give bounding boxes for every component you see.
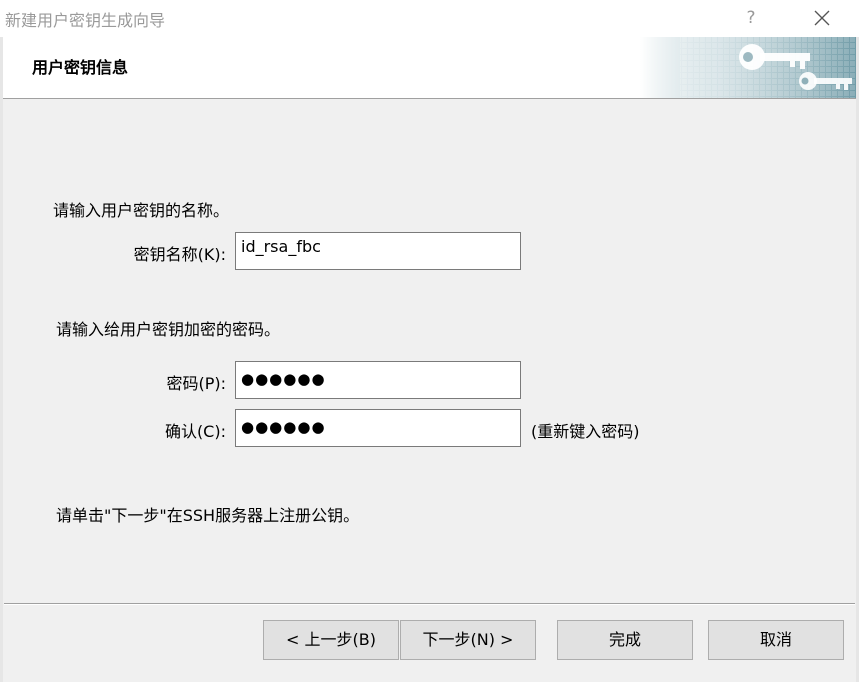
window-title: 新建用户密钥生成向导: [5, 11, 166, 30]
confirm-password-field[interactable]: ●●●●●●: [235, 409, 521, 447]
page-title: 用户密钥信息: [32, 58, 129, 77]
register-note: 请单击"下一步"在SSH服务器上注册公钥。: [56, 506, 360, 525]
wizard-window: 新建用户密钥生成向导 ? 用户密钥信息 请输入用户密钥的名称。 密钥名称(K):…: [0, 0, 859, 682]
cancel-button[interactable]: 取消: [708, 620, 844, 660]
confirm-label: 确认(C):: [164, 422, 226, 441]
title-bar: 新建用户密钥生成向导 ?: [0, 0, 859, 37]
help-button[interactable]: ?: [738, 6, 764, 30]
key-name-value: id_rsa_fbc: [241, 237, 321, 256]
key-icon: [640, 37, 859, 98]
back-button[interactable]: < 上一步(B): [263, 620, 399, 660]
wizard-header: 用户密钥信息: [0, 37, 859, 99]
next-button[interactable]: 下一步(N) >: [400, 620, 536, 660]
confirm-value: ●●●●●●: [241, 418, 326, 436]
password-prompt: 请输入给用户密钥加密的密码。: [56, 320, 281, 339]
footer-separator: [4, 603, 855, 605]
finish-button[interactable]: 完成: [557, 620, 693, 660]
close-button[interactable]: [800, 4, 844, 32]
frame-left: [0, 37, 3, 682]
key-name-label: 密钥名称(K):: [133, 245, 226, 264]
key-name-input[interactable]: id_rsa_fbc: [235, 232, 521, 270]
close-icon: [814, 10, 830, 26]
confirm-hint: (重新键入密码): [531, 422, 640, 441]
password-value: ●●●●●●: [241, 370, 326, 388]
password-label: 密码(P):: [166, 374, 226, 393]
password-field[interactable]: ●●●●●●: [235, 361, 521, 399]
key-name-prompt: 请输入用户密钥的名称。: [53, 201, 230, 220]
